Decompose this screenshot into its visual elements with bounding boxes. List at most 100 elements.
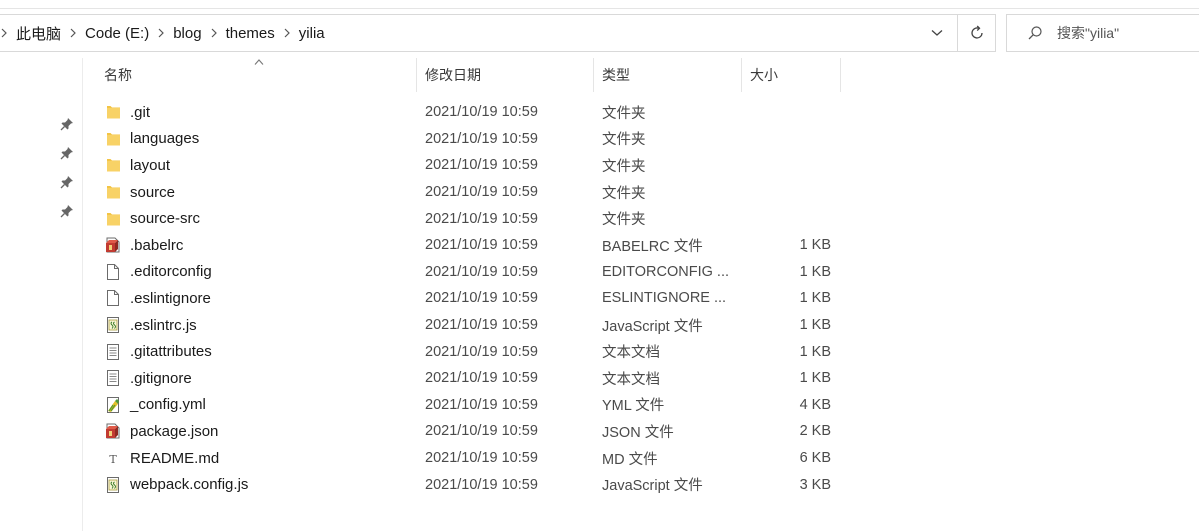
pin-icon[interactable] [60, 204, 74, 218]
file-modified-date: 2021/10/19 10:59 [425, 370, 538, 387]
chevron-right-icon[interactable] [0, 28, 8, 38]
file-type: 文件夹 [602, 105, 646, 122]
file-name-cell[interactable]: source [104, 183, 175, 201]
file-row[interactable]: source-src 2021/10/19 10:59 文件夹 [82, 205, 842, 232]
file-row[interactable]: source 2021/10/19 10:59 文件夹 [82, 179, 842, 206]
file-modified-date: 2021/10/19 10:59 [425, 263, 538, 280]
file-name-cell[interactable]: layout [104, 156, 170, 174]
chevron-right-icon[interactable] [210, 28, 218, 38]
pin-icon[interactable] [60, 117, 74, 131]
search-icon [1027, 25, 1043, 41]
file-row[interactable]: README.md 2021/10/19 10:59 MD 文件 6 KB [82, 445, 842, 472]
navigation-pane[interactable] [0, 58, 83, 531]
script-file-icon [104, 476, 122, 494]
refresh-button[interactable] [958, 14, 996, 52]
file-type: MD 文件 [602, 451, 658, 468]
file-name-cell[interactable]: .editorconfig [104, 263, 212, 281]
file-name-cell[interactable]: .eslintignore [104, 289, 211, 307]
pin-icon[interactable] [60, 146, 74, 160]
file-type: 文本文档 [602, 345, 660, 362]
chevron-right-icon[interactable] [283, 28, 291, 38]
file-row[interactable]: .editorconfig 2021/10/19 10:59 EDITORCONFI… [82, 259, 842, 286]
file-row[interactable]: languages 2021/10/19 10:59 文件夹 [82, 126, 842, 153]
file-modified-date: 2021/10/19 10:59 [425, 476, 538, 493]
file-row[interactable]: .babelrc 2021/10/19 10:59 BABELRC 文件 1 KB [82, 232, 842, 259]
chevron-down-icon[interactable] [925, 15, 949, 51]
file-row[interactable]: webpack.config.js 2021/10/19 10:59 JavaScr… [82, 471, 842, 498]
script-file-icon [104, 316, 122, 334]
file-type: JavaScript 文件 [602, 318, 703, 335]
chevron-right-icon[interactable] [157, 28, 165, 38]
file-size: 3 KB [799, 476, 831, 493]
file-modified-date: 2021/10/19 10:59 [425, 210, 538, 227]
breadcrumb-blog[interactable]: blog [173, 25, 201, 42]
breadcrumb-themes[interactable]: themes [226, 25, 275, 42]
search-input[interactable]: 搜索"yilia" [1057, 23, 1119, 43]
file-name-cell[interactable]: .git [104, 103, 150, 121]
column-header-size[interactable]: 大小 [750, 58, 841, 92]
file-name-cell[interactable]: .gitattributes [104, 343, 212, 361]
file-name-cell[interactable]: _config.yml [104, 396, 206, 414]
file-modified-date: 2021/10/19 10:59 [425, 157, 538, 174]
file-name-cell[interactable]: .eslintrc.js [104, 316, 197, 334]
file-name-cell[interactable]: .babelrc [104, 236, 183, 254]
file-type: BABELRC 文件 [602, 238, 703, 255]
file-row[interactable]: .gitignore 2021/10/19 10:59 文本文档 1 KB [82, 365, 842, 392]
text-file-icon [104, 369, 122, 387]
file-name-cell[interactable]: webpack.config.js [104, 476, 248, 494]
file-type: 文件夹 [602, 132, 646, 149]
file-name: .gitattributes [130, 343, 212, 361]
file-row[interactable]: .gitattributes 2021/10/19 10:59 文本文档 1 KB [82, 338, 842, 365]
file-type: EDITORCONFIG ... [602, 263, 730, 280]
address-bar[interactable]: 此电脑 Code (E:) blog themes yilia [0, 14, 958, 52]
file-modified-date: 2021/10/19 10:59 [425, 396, 538, 413]
file-name-cell[interactable]: languages [104, 130, 199, 148]
file-name: .babelrc [130, 236, 184, 254]
title-strip [0, 0, 1199, 9]
file-size: 1 KB [799, 370, 831, 387]
search-box[interactable]: 搜索"yilia" [1006, 14, 1199, 52]
file-name-cell[interactable]: README.md [104, 449, 219, 467]
file-row[interactable]: package.json 2021/10/19 10:59 JSON 文件 2 KB [82, 418, 842, 445]
file-name: source [130, 183, 176, 201]
file-name: webpack.config.js [130, 476, 249, 494]
breadcrumb-code-drive[interactable]: Code (E:) [85, 25, 149, 42]
file-size: 1 KB [799, 237, 831, 254]
file-name: languages [130, 130, 200, 148]
breadcrumb-yilia[interactable]: yilia [299, 25, 325, 42]
file-name: package.json [130, 422, 219, 440]
blank-file-icon [104, 263, 122, 281]
folder-icon [104, 130, 122, 148]
file-name-cell[interactable]: package.json [104, 422, 218, 440]
column-header-type[interactable]: 类型 [602, 58, 742, 92]
file-row[interactable]: .git 2021/10/19 10:59 文件夹 [82, 99, 842, 126]
file-type: ESLINTIGNORE ... [602, 290, 727, 307]
file-row[interactable]: layout 2021/10/19 10:59 文件夹 [82, 152, 842, 179]
file-name: _config.yml [130, 396, 206, 414]
file-type: YML 文件 [602, 398, 665, 415]
file-name: .editorconfig [130, 263, 212, 281]
file-type: 文本文档 [602, 371, 660, 388]
column-header-name[interactable]: 名称 [104, 58, 417, 92]
breadcrumb-this-pc[interactable]: 此电脑 [16, 23, 61, 44]
file-name-cell[interactable]: source-src [104, 210, 200, 228]
file-type: JavaScript 文件 [602, 478, 703, 495]
folder-icon [104, 103, 122, 121]
file-name: .gitignore [130, 369, 192, 387]
file-modified-date: 2021/10/19 10:59 [425, 130, 538, 147]
file-name-cell[interactable]: .gitignore [104, 369, 192, 387]
file-row[interactable]: _config.yml 2021/10/19 10:59 YML 文件 4 KB [82, 392, 842, 419]
file-size: 2 KB [799, 423, 831, 440]
file-row[interactable]: .eslintrc.js 2021/10/19 10:59 JavaScript 文… [82, 312, 842, 339]
file-size: 1 KB [799, 290, 831, 307]
file-name: source-src [130, 210, 201, 228]
file-size: 1 KB [799, 263, 831, 280]
file-name: .eslintignore [130, 289, 211, 307]
file-name: .git [130, 103, 151, 121]
file-row[interactable]: .eslintignore 2021/10/19 10:59 ESLINTIGNOR… [82, 285, 842, 312]
pin-icon[interactable] [60, 175, 74, 189]
yml-file-icon [104, 396, 122, 414]
chevron-right-icon[interactable] [69, 28, 77, 38]
column-header-date[interactable]: 修改日期 [425, 58, 594, 92]
markdown-file-icon [104, 449, 122, 467]
